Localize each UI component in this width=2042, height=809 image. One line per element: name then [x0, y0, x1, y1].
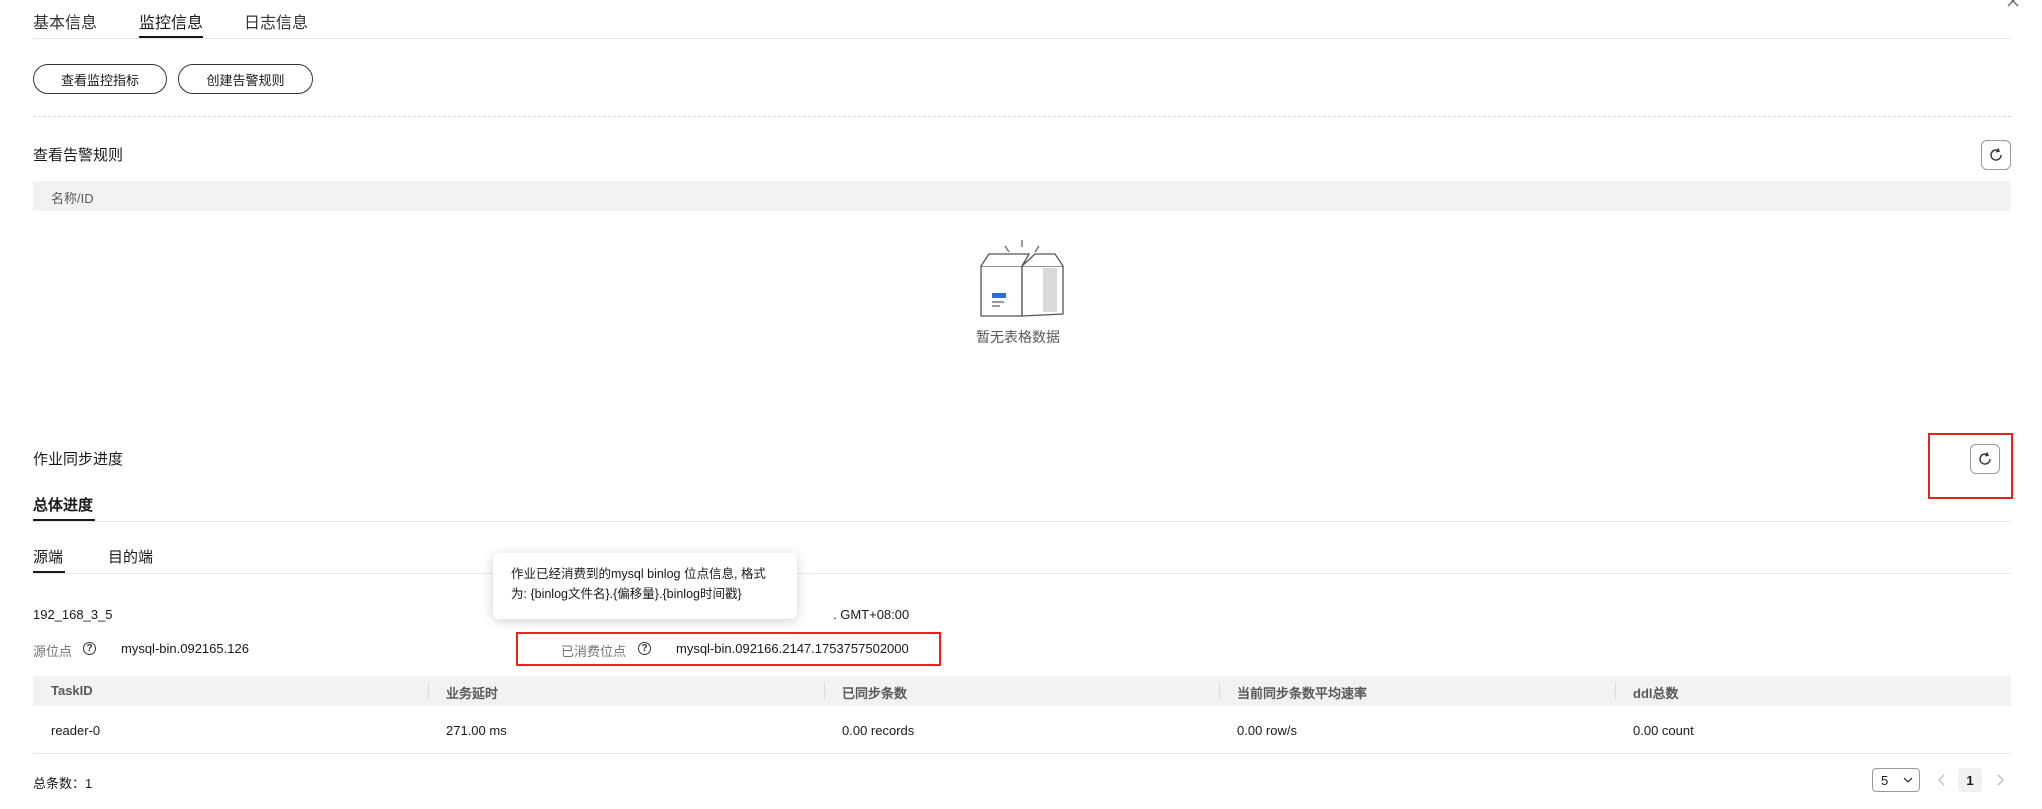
- alarm-table-header: 名称/ID: [33, 181, 2011, 211]
- column-separator: [1219, 682, 1220, 700]
- source-name: 192_168_3_5: [33, 607, 113, 622]
- empty-table-text: 暂无表格数据: [976, 329, 1060, 345]
- column-separator: [824, 682, 825, 700]
- sync-section-title: 作业同步进度: [33, 451, 124, 468]
- view-metrics-button[interactable]: 查看监控指标: [33, 64, 167, 94]
- column-separator: [428, 682, 429, 700]
- divider: [33, 116, 2011, 117]
- cell-taskid: reader-0: [51, 723, 101, 738]
- divider: [33, 573, 2011, 574]
- cell-ddl-total: 0.00 count: [1633, 723, 1694, 738]
- column-ddl-total: ddl总数: [1633, 686, 1679, 701]
- column-latency: 业务延时: [446, 686, 499, 701]
- divider: [33, 521, 2011, 522]
- cell-latency: 271.00 ms: [446, 723, 507, 738]
- page-size-value: 5: [1881, 772, 1889, 788]
- column-avg-rate: 当前同步条数平均速率: [1237, 686, 1368, 701]
- tab-monitoring-info[interactable]: 监控信息: [139, 9, 203, 33]
- alarm-refresh-button[interactable]: [1981, 140, 2011, 170]
- column-name-id: 名称/ID: [51, 191, 94, 206]
- column-synced-count: 已同步条数: [842, 686, 908, 701]
- close-icon[interactable]: [2006, 0, 2020, 8]
- active-tab-indicator: [139, 36, 203, 38]
- refresh-icon: [1990, 148, 2002, 161]
- highlight-box-consumed: [516, 632, 941, 666]
- source-position-label: 源位点: [33, 644, 73, 659]
- tab-basic-info[interactable]: 基本信息: [33, 9, 97, 33]
- tab-log-info[interactable]: 日志信息: [244, 9, 308, 33]
- source-position-value: mysql-bin.092165.126: [121, 641, 249, 656]
- consumed-position-tooltip: 作业已经消费到的mysql binlog 位点信息, 格式为: {binlog文…: [493, 553, 797, 619]
- tab-source[interactable]: 源端: [33, 546, 63, 567]
- page-size-select[interactable]: 5: [1872, 768, 1920, 792]
- row-divider: [33, 753, 2011, 754]
- total-count: 总条数：1: [33, 776, 93, 791]
- chevron-left-icon[interactable]: [1937, 774, 1947, 786]
- column-taskid: TaskID: [51, 683, 93, 698]
- highlight-box-refresh: [1928, 433, 2013, 499]
- task-table-header: TaskID 业务延时 已同步条数 当前同步条数平均速率 ddl总数: [33, 676, 2011, 706]
- tab-destination[interactable]: 目的端: [108, 546, 153, 567]
- column-separator: [1615, 682, 1616, 700]
- cell-synced-count: 0.00 records: [842, 723, 915, 738]
- current-page-button[interactable]: 1: [1958, 768, 1982, 792]
- source-timezone: . GMT+08:00: [833, 607, 910, 622]
- top-tab-bar: 基本信息 监控信息 日志信息: [33, 0, 2011, 39]
- alarm-section-title: 查看告警规则: [33, 147, 124, 164]
- tab-overall-progress[interactable]: 总体进度: [33, 494, 93, 515]
- cell-avg-rate: 0.00 row/s: [1237, 723, 1297, 738]
- create-alarm-rule-button[interactable]: 创建告警规则: [178, 64, 313, 94]
- chevron-down-icon: [1903, 777, 1913, 783]
- chevron-right-icon[interactable]: [1995, 774, 2005, 786]
- empty-box-icon: [980, 240, 1064, 317]
- question-icon[interactable]: ?: [83, 642, 96, 655]
